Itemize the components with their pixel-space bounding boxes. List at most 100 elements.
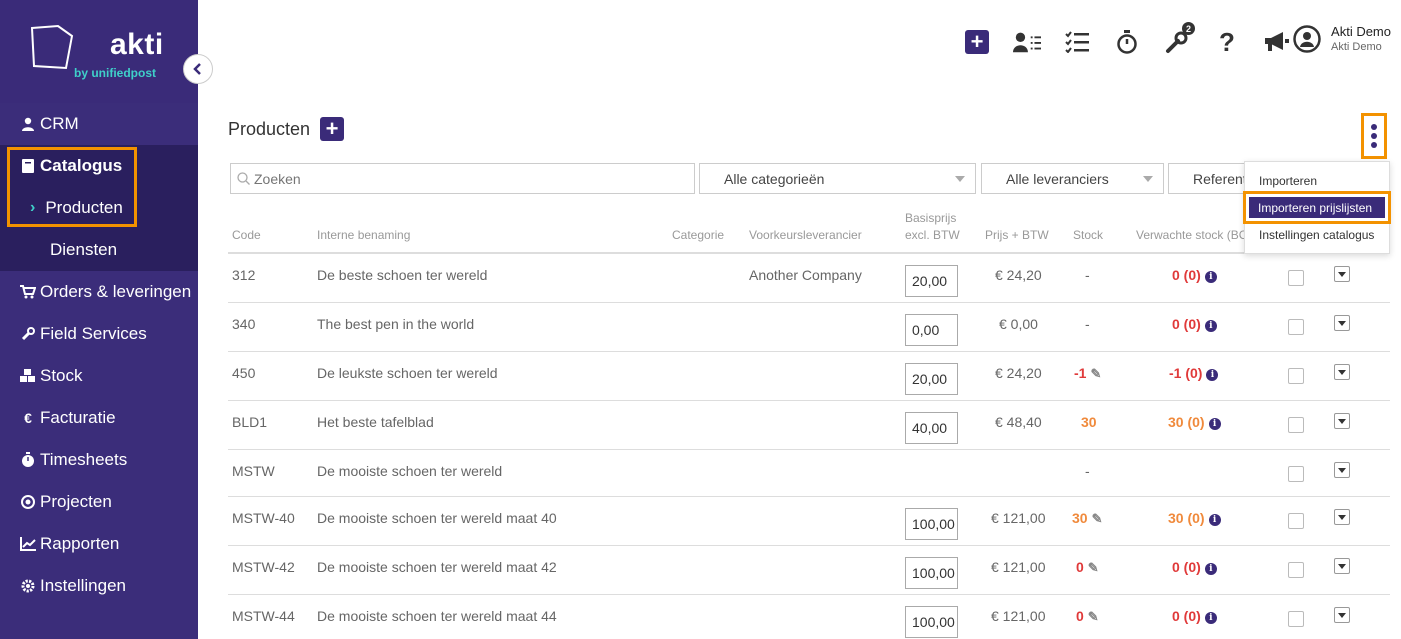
- quick-add-button[interactable]: +: [963, 28, 991, 56]
- info-icon[interactable]: i: [1208, 418, 1221, 430]
- sidebar-collapse-button[interactable]: [183, 54, 213, 84]
- info-icon[interactable]: i: [1206, 369, 1219, 381]
- col-supplier[interactable]: Voorkeursleverancier: [749, 227, 862, 244]
- row-checkbox[interactable]: [1288, 319, 1304, 335]
- topbar: + 2 ? Akti Demo Akti Demo: [198, 0, 1401, 80]
- row-checkbox[interactable]: [1288, 368, 1304, 384]
- base-price-input[interactable]: 20,00: [905, 265, 958, 297]
- contacts-list-button[interactable]: [1013, 28, 1041, 56]
- row-actions-dropdown[interactable]: [1334, 509, 1350, 525]
- col-name[interactable]: Interne benaming: [317, 227, 410, 244]
- row-actions-dropdown[interactable]: [1334, 315, 1350, 331]
- cell-name[interactable]: De mooiste schoen ter wereld maat 44: [317, 608, 557, 624]
- col-stock[interactable]: Stock: [1073, 227, 1103, 244]
- col-price-vat[interactable]: Prijs + BTW: [985, 227, 1049, 244]
- info-icon[interactable]: i: [1204, 271, 1217, 283]
- edit-icon[interactable]: ✎: [1088, 560, 1099, 576]
- cell-name[interactable]: De beste schoen ter wereld: [317, 267, 487, 283]
- sidebar-item-label: Catalogus: [40, 156, 123, 175]
- row-actions-dropdown[interactable]: [1334, 558, 1350, 574]
- menu-item-importeren[interactable]: Importeren: [1259, 174, 1317, 188]
- sidebar-item-rapporten[interactable]: Rapporten: [0, 523, 198, 565]
- cell-name[interactable]: De mooiste schoen ter wereld maat 40: [317, 510, 557, 526]
- sidebar-item-label: Stock: [40, 366, 83, 385]
- table-row[interactable]: MSTW-40 De mooiste schoen ter wereld maa…: [228, 497, 1390, 546]
- info-icon[interactable]: i: [1204, 612, 1217, 624]
- sidebar-item-stock[interactable]: Stock: [0, 355, 198, 397]
- row-checkbox[interactable]: [1288, 270, 1304, 286]
- table-row[interactable]: MSTW-42 De mooiste schoen ter wereld maa…: [228, 546, 1390, 595]
- sidebar-item-crm[interactable]: CRM: [0, 103, 198, 145]
- col-category[interactable]: Categorie: [672, 227, 724, 244]
- menu-item-instellingen-catalogus[interactable]: Instellingen catalogus: [1259, 228, 1374, 242]
- base-price-input[interactable]: 20,00: [905, 363, 958, 395]
- sidebar-item-field-services[interactable]: Field Services: [0, 313, 198, 355]
- row-checkbox[interactable]: [1288, 513, 1304, 529]
- user-menu[interactable]: Akti Demo Akti Demo: [1293, 24, 1391, 53]
- table-row[interactable]: 450 De leukste schoen ter wereld 20,00 €…: [228, 352, 1390, 401]
- info-icon[interactable]: i: [1204, 320, 1217, 332]
- base-price-input[interactable]: 100,00: [905, 606, 958, 638]
- col-code[interactable]: Code: [232, 227, 261, 244]
- tasks-button[interactable]: [1063, 28, 1091, 56]
- edit-icon[interactable]: ✎: [1090, 366, 1101, 382]
- base-price-input[interactable]: 0,00: [905, 314, 958, 346]
- info-icon[interactable]: i: [1208, 514, 1221, 526]
- cell-name[interactable]: De leukste schoen ter wereld: [317, 365, 498, 381]
- sidebar-item-orders[interactable]: Orders & leveringen: [0, 271, 198, 313]
- cell-name[interactable]: De mooiste schoen ter wereld maat 42: [317, 559, 557, 575]
- cell-expected-stock: 0 (0) i: [1172, 559, 1217, 575]
- menu-item-importeren-prijslijsten[interactable]: Importeren prijslijsten: [1249, 197, 1385, 218]
- sidebar-item-facturatie[interactable]: € Facturatie: [0, 397, 198, 439]
- search-box[interactable]: [230, 163, 695, 194]
- timer-button[interactable]: [1113, 28, 1141, 56]
- row-actions-dropdown[interactable]: [1334, 364, 1350, 380]
- sidebar-item-catalogus[interactable]: Catalogus: [0, 145, 198, 187]
- row-checkbox[interactable]: [1288, 417, 1304, 433]
- search-input[interactable]: [254, 170, 674, 187]
- supplier-select[interactable]: Alle leveranciers: [981, 163, 1164, 194]
- cell-name[interactable]: Het beste tafelblad: [317, 414, 434, 430]
- table-header: Code Interne benaming Categorie Voorkeur…: [228, 210, 1390, 254]
- help-button[interactable]: ?: [1213, 27, 1241, 57]
- table-row[interactable]: MSTW-44 De mooiste schoen ter wereld maa…: [228, 595, 1390, 639]
- sidebar-item-instellingen[interactable]: Instellingen: [0, 565, 198, 607]
- row-checkbox[interactable]: [1288, 466, 1304, 482]
- row-checkbox[interactable]: [1288, 611, 1304, 627]
- table-row[interactable]: 340 The best pen in the world 0,00 € 0,0…: [228, 303, 1390, 352]
- announcements-button[interactable]: [1263, 28, 1291, 56]
- row-actions-dropdown[interactable]: [1334, 462, 1350, 478]
- category-select[interactable]: Alle categorieën: [699, 163, 976, 194]
- add-product-button[interactable]: +: [320, 117, 344, 141]
- row-actions-dropdown[interactable]: [1334, 413, 1350, 429]
- table-row[interactable]: BLD1 Het beste tafelblad 40,00 € 48,40 3…: [228, 401, 1390, 450]
- cell-code: 450: [232, 365, 256, 381]
- edit-icon[interactable]: ✎: [1088, 609, 1099, 625]
- row-actions-dropdown[interactable]: [1334, 266, 1350, 282]
- col-base-price[interactable]: Basisprijs excl. BTW: [905, 210, 960, 244]
- euro-icon: €: [24, 410, 32, 426]
- row-actions-dropdown[interactable]: [1334, 607, 1350, 623]
- tools-button[interactable]: 2: [1163, 22, 1195, 56]
- logo[interactable]: akti by unifiedpost: [0, 0, 198, 103]
- base-price-input[interactable]: 100,00: [905, 557, 958, 589]
- table-row[interactable]: 312 De beste schoen ter wereld Another C…: [228, 254, 1390, 303]
- base-price-input[interactable]: 100,00: [905, 508, 958, 540]
- sidebar-item-producten[interactable]: › Producten: [0, 187, 198, 229]
- caret-down-icon: [1338, 514, 1346, 520]
- row-checkbox[interactable]: [1288, 562, 1304, 578]
- col-base-price-line1: Basisprijs: [905, 211, 957, 225]
- info-icon[interactable]: i: [1204, 563, 1217, 575]
- base-price-input[interactable]: 40,00: [905, 412, 958, 444]
- col-expected-stock[interactable]: Verwachte stock (BC: [1136, 227, 1247, 244]
- sidebar-item-diensten[interactable]: Diensten: [0, 229, 198, 271]
- sidebar-item-projecten[interactable]: Projecten: [0, 481, 198, 523]
- expected-stock-value: -1 (0): [1169, 365, 1203, 381]
- cell-name[interactable]: The best pen in the world: [317, 316, 474, 332]
- more-options-button[interactable]: [1361, 113, 1387, 159]
- edit-icon[interactable]: ✎: [1092, 511, 1103, 527]
- table-row[interactable]: MSTW De mooiste schoen ter wereld -: [228, 450, 1390, 497]
- sidebar-item-timesheets[interactable]: Timesheets: [0, 439, 198, 481]
- cell-code: MSTW-42: [232, 559, 295, 575]
- cell-name[interactable]: De mooiste schoen ter wereld: [317, 463, 502, 479]
